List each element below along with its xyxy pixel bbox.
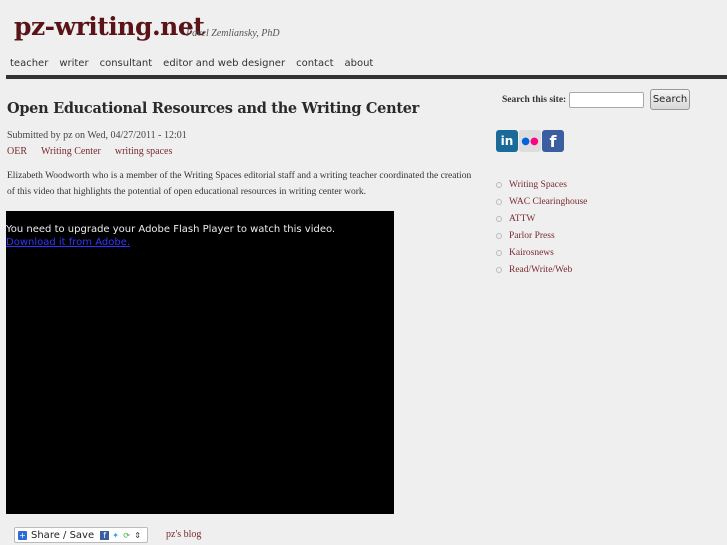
link-label: Kairosnews xyxy=(509,247,554,258)
facebook-icon: f xyxy=(100,530,110,540)
flickr-icon[interactable]: ● ● xyxy=(519,130,541,152)
bullet-icon xyxy=(496,198,502,205)
blog-link[interactable]: pz's blog xyxy=(166,529,201,540)
video-player[interactable]: You need to upgrade your Adobe Flash Pla… xyxy=(6,211,394,514)
term-link[interactable]: writing spaces xyxy=(115,146,173,157)
main-nav: teacher writer consultant editor and web… xyxy=(10,58,373,69)
adobe-download-link[interactable]: Download it from Adobe. xyxy=(6,237,130,248)
search-label: Search this site: xyxy=(502,95,567,105)
nav-teacher[interactable]: teacher xyxy=(10,58,48,69)
link-label: WAC Clearinghouse xyxy=(509,196,588,207)
bullet-icon xyxy=(496,181,502,188)
nav-consultant[interactable]: consultant xyxy=(100,58,153,69)
sidebar-links: Writing Spaces WAC Clearinghouse ATTW Pa… xyxy=(496,176,587,278)
link-label: ATTW xyxy=(509,213,536,224)
sidebar-link[interactable]: ATTW xyxy=(496,210,587,227)
flash-upgrade-message: You need to upgrade your Adobe Flash Pla… xyxy=(6,224,336,235)
share-more-icon: ⟳ xyxy=(123,530,130,540)
header-divider xyxy=(6,75,727,79)
chevron-updown-icon: ⇕ xyxy=(134,530,141,540)
link-label: Read/Write/Web xyxy=(509,264,573,275)
plus-icon: + xyxy=(18,530,27,540)
sidebar-link[interactable]: Kairosnews xyxy=(496,244,587,261)
submitted-info: Submitted by pz on Wed, 04/27/2011 - 12:… xyxy=(7,130,187,141)
sidebar-link[interactable]: Read/Write/Web xyxy=(496,261,587,278)
sidebar-link[interactable]: Writing Spaces xyxy=(496,176,587,193)
term-link[interactable]: Writing Center xyxy=(41,146,101,157)
nav-editor[interactable]: editor and web designer xyxy=(163,58,285,69)
facebook-icon[interactable]: f xyxy=(542,130,564,152)
site-name-link[interactable]: pz-writing.net xyxy=(14,12,205,41)
social-links: in ● ● f xyxy=(496,130,564,152)
bullet-icon xyxy=(496,249,502,256)
page-title[interactable]: Open Educational Resources and the Writi… xyxy=(7,100,419,117)
bullet-icon xyxy=(496,266,502,273)
term-link[interactable]: OER xyxy=(7,146,27,157)
twitter-icon: ✦ xyxy=(112,530,119,540)
linkedin-icon[interactable]: in xyxy=(496,130,518,152)
sidebar-link[interactable]: Parlor Press xyxy=(496,227,587,244)
share-label: Share / Save xyxy=(31,529,95,541)
search-input[interactable] xyxy=(569,92,644,108)
link-label: Parlor Press xyxy=(509,230,555,241)
nav-about[interactable]: about xyxy=(345,58,374,69)
nav-contact[interactable]: contact xyxy=(296,58,333,69)
link-label: Writing Spaces xyxy=(509,179,567,190)
share-save-button[interactable]: + Share / Save f ✦ ⟳ ⇕ xyxy=(14,527,148,543)
sidebar-link[interactable]: WAC Clearinghouse xyxy=(496,193,587,210)
taxonomy-terms: OER Writing Center writing spaces xyxy=(7,146,172,157)
search-button[interactable]: Search xyxy=(650,89,690,110)
bullet-icon xyxy=(496,215,502,222)
bullet-icon xyxy=(496,232,502,239)
node-body: Elizabeth Woodworth who is a member of t… xyxy=(7,171,472,197)
site-slogan: Pavel Zemliansky, PhD xyxy=(186,28,280,39)
nav-writer[interactable]: writer xyxy=(59,58,88,69)
